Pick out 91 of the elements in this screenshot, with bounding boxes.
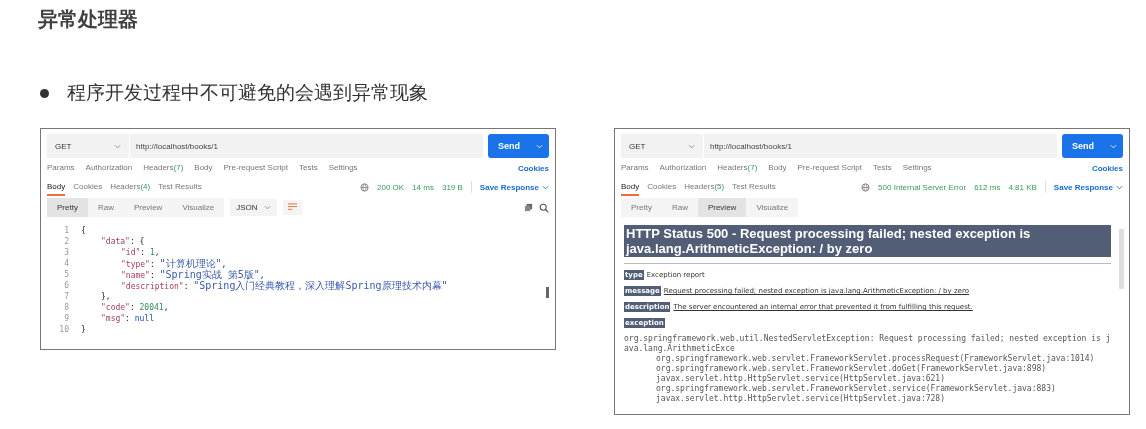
request-tab[interactable]: Tests (299, 159, 318, 177)
request-tab[interactable]: Authorization (85, 159, 133, 177)
wrap-lines-button[interactable] (282, 200, 302, 215)
cookies-link[interactable]: Cookies (1091, 163, 1123, 173)
method-dropdown[interactable]: GET (47, 134, 130, 158)
line-number: 7 (63, 291, 70, 302)
response-tab[interactable]: Headers(5) (684, 178, 725, 196)
line-number: 5 (63, 269, 70, 280)
status-text: 200 OK (377, 182, 405, 192)
chevron-down-icon (542, 184, 549, 190)
request-tab[interactable]: Tests (873, 159, 892, 177)
copy-icon[interactable] (524, 203, 533, 212)
response-tab[interactable]: Body (621, 178, 640, 196)
time-text: 14 ms (412, 182, 434, 192)
send-button[interactable]: Send (488, 134, 549, 158)
response-tab[interactable]: Body (47, 178, 66, 196)
view-tab[interactable]: Preview (697, 198, 747, 217)
response-tab[interactable]: Cookies (73, 178, 103, 196)
view-tab[interactable]: Preview (123, 198, 173, 217)
response-tab[interactable]: Cookies (647, 178, 677, 196)
view-tab[interactable]: Visualize (172, 198, 225, 217)
line-number: 4 (63, 258, 70, 269)
url-field[interactable]: http://localhost/books/1 (130, 134, 218, 158)
line-number: 9 (63, 313, 70, 324)
line-number: 8 (63, 302, 70, 313)
code-line: } (81, 324, 86, 335)
code-line: "code": 20041, (100, 302, 169, 313)
scrollbar-thumb (1119, 229, 1124, 289)
response-tab[interactable]: Test Results (732, 178, 776, 196)
save-response-dropdown[interactable]: Save Response (479, 182, 549, 192)
code-line: "description": "Spring入门经典教程，深入理解Spring原理技术内幕" (120, 280, 448, 291)
response-tab[interactable]: Headers(4) (110, 178, 151, 196)
url-field[interactable]: http://localhost/books/1 (704, 134, 792, 158)
view-tab[interactable]: Visualize (746, 198, 799, 217)
line-number: 1 (63, 225, 70, 236)
scrollbar-thumb (546, 287, 549, 298)
code-line: "data": { (100, 236, 145, 247)
method-dropdown[interactable]: GET (621, 134, 704, 158)
bullet-text: 程序开发过程中不可避免的会遇到异常现象 (67, 80, 428, 105)
stack-trace-frame: org.springframework.web.servlet.FrameworkServlet.doGet(FrameworkServlet.java:898) (624, 364, 1111, 374)
wrap-lines-icon (286, 203, 298, 212)
bullet-icon (40, 88, 49, 98)
request-tab[interactable]: Headers(7) (717, 159, 758, 177)
request-tab[interactable]: Params (621, 159, 649, 177)
search-icon[interactable] (539, 202, 549, 213)
view-tab[interactable]: Raw (661, 198, 698, 217)
slide-title: 异常处理器 (38, 6, 138, 33)
globe-icon (360, 182, 369, 192)
status-text: 500 Internal Server Error (878, 182, 967, 192)
stack-trace-frame: javax.servlet.http.HttpServlet.service(HttpServlet.java:621) (624, 374, 1111, 384)
chevron-down-icon (1110, 143, 1117, 149)
error-heading: HTTP Status 500 - Request processing failed; nested exception is java.lang.ArithmeticException: / by zero (624, 225, 1111, 257)
time-text: 612 ms (974, 182, 1001, 192)
request-tab[interactable]: Settings (328, 159, 358, 177)
view-tab[interactable]: Pretty (47, 198, 88, 217)
request-tab[interactable]: Pre-request Script (223, 159, 288, 177)
code-line: "type": "计算机理论", (120, 258, 227, 269)
request-tab[interactable]: Body (768, 159, 787, 177)
globe-icon (861, 182, 871, 192)
code-line: { (81, 225, 86, 236)
request-tab[interactable]: Params (47, 159, 75, 177)
code-line: "name": "Spring实战 第5版", (120, 269, 265, 280)
request-tab[interactable]: Authorization (659, 159, 707, 177)
response-tab[interactable]: Test Results (158, 178, 202, 196)
chevron-down-icon (114, 143, 121, 149)
code-line: "id": 1, (120, 247, 160, 258)
view-tab[interactable]: Raw (87, 198, 124, 217)
save-response-dropdown[interactable]: Save Response (1053, 182, 1123, 192)
chevron-down-icon (536, 143, 543, 149)
code-line: }, (100, 291, 111, 302)
line-number: 2 (63, 236, 70, 247)
chevron-down-icon (1116, 184, 1123, 190)
chevron-down-icon (263, 205, 271, 210)
request-tab[interactable]: Body (194, 159, 213, 177)
code-line: "msg": null (100, 313, 154, 324)
request-tab[interactable]: Headers(7) (143, 159, 184, 177)
cookies-link[interactable]: Cookies (517, 163, 549, 173)
size-text: 4.81 KB (1008, 182, 1037, 192)
line-number: 6 (63, 280, 70, 291)
send-button[interactable]: Send (1062, 134, 1123, 158)
stack-trace-frame: org.springframework.web.servlet.FrameworkServlet.processRequest(FrameworkServlet.java:1014) (624, 354, 1111, 364)
line-number: 3 (63, 247, 70, 258)
request-tab[interactable]: Settings (902, 159, 932, 177)
size-text: 319 B (441, 182, 463, 192)
request-tab[interactable]: Pre-request Script (797, 159, 862, 177)
format-dropdown[interactable]: JSON (230, 199, 277, 216)
stack-trace-frame: javax.servlet.http.HttpServlet.service(HttpServlet.java:728) (624, 394, 1111, 404)
line-number: 10 (58, 324, 70, 335)
stack-trace-frame: org.springframework.web.servlet.FrameworkServlet.service(FrameworkServlet.java:883) (624, 384, 1111, 394)
chevron-down-icon (688, 143, 695, 149)
view-tab[interactable]: Pretty (621, 198, 662, 217)
